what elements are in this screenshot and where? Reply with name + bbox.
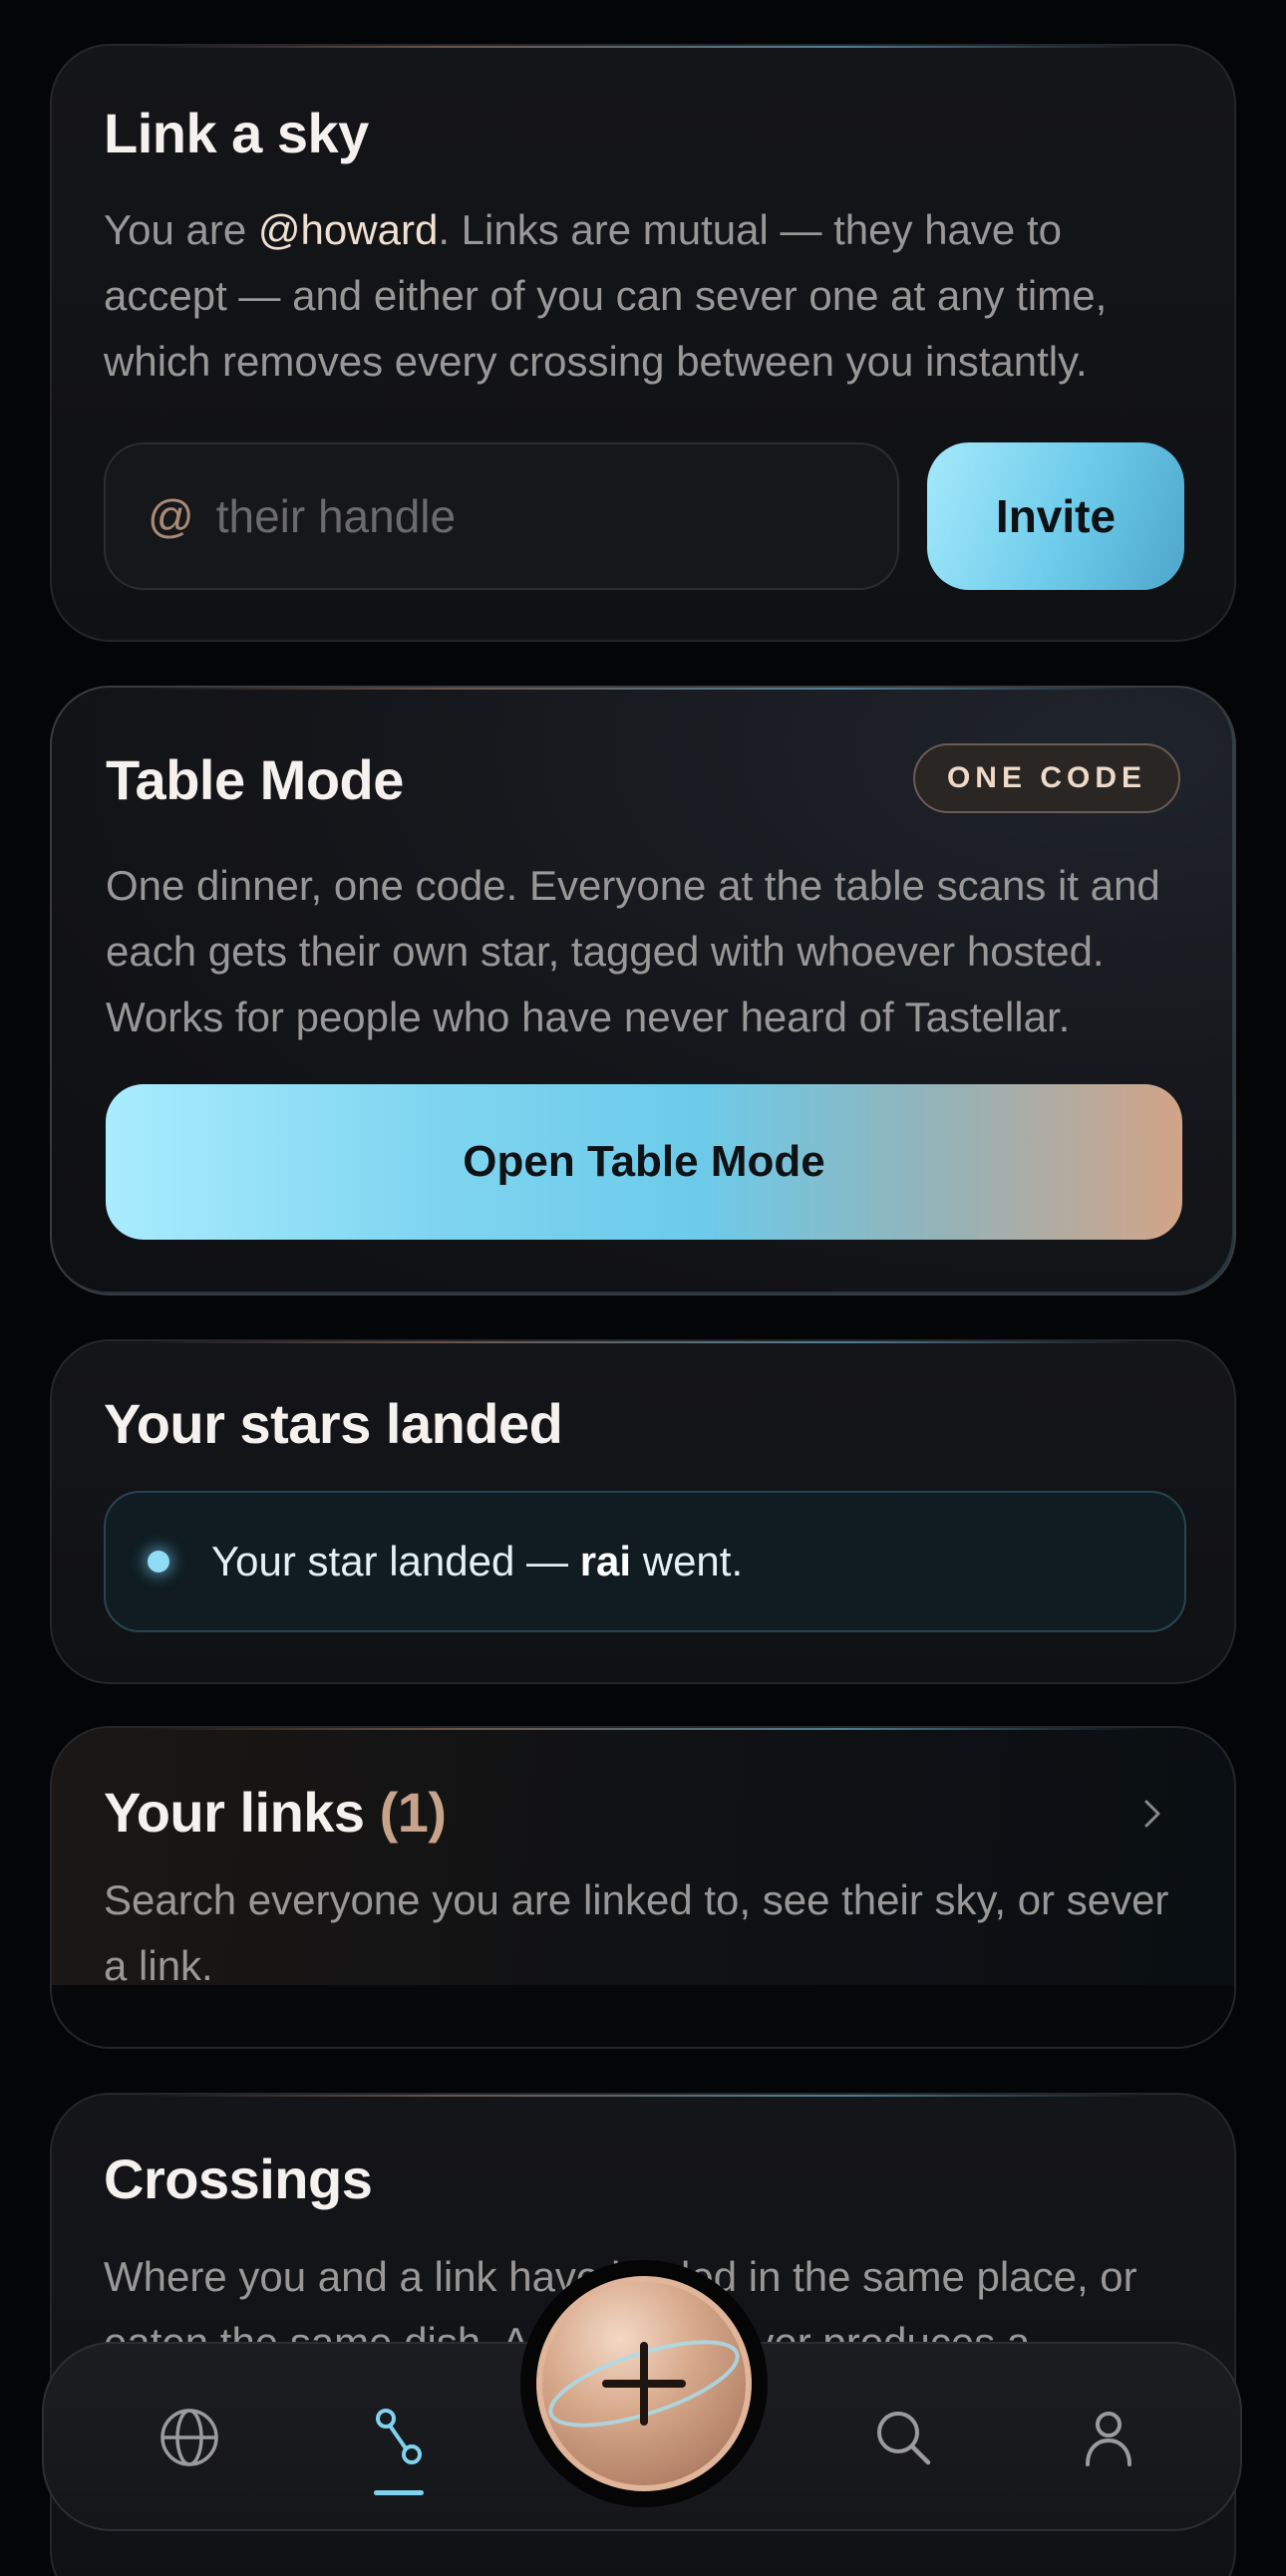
table-mode-card: Table Mode ONE CODE One dinner, one code… <box>50 686 1236 1295</box>
link-sky-body-prefix: You are <box>104 206 258 253</box>
nav-profile[interactable] <box>1067 2396 1150 2479</box>
table-mode-description: One dinner, one code. Everyone at the ta… <box>106 862 1160 1040</box>
your-links-description: Search everyone you are linked to, see t… <box>104 1876 1169 1989</box>
stars-landed-title: Your stars landed <box>104 1392 563 1455</box>
nav-globe[interactable] <box>148 2396 231 2479</box>
chevron-right-icon[interactable] <box>1132 1794 1172 1834</box>
star-landed-prefix: Your star landed — <box>211 1538 580 1584</box>
nav-search[interactable] <box>861 2396 945 2479</box>
links-fade <box>52 1985 1234 2047</box>
star-landed-text: Your star landed — rai went. <box>211 1538 743 1585</box>
open-table-mode-button[interactable]: Open Table Mode <box>106 1084 1182 1240</box>
handle-field[interactable]: @ <box>104 442 899 590</box>
add-button[interactable] <box>536 2276 752 2491</box>
handle-input[interactable] <box>215 489 854 543</box>
add-icon <box>548 2340 740 2428</box>
profile-icon <box>1086 2412 1131 2466</box>
your-links-label: Your links <box>104 1781 365 1844</box>
at-prefix: @ <box>148 490 194 542</box>
crossings-title: Crossings <box>104 2147 373 2210</box>
link-sky-description: You are @howard. Links are mutual — they… <box>104 197 1190 395</box>
star-landed-user: rai <box>579 1538 632 1584</box>
nav-links[interactable] <box>357 2396 441 2495</box>
globe-icon <box>161 2409 218 2466</box>
star-landed-suffix: went. <box>631 1538 744 1584</box>
invite-button[interactable]: Invite <box>927 442 1184 590</box>
one-code-badge: ONE CODE <box>912 743 1180 813</box>
search-icon <box>877 2412 931 2465</box>
table-mode-title: Table Mode <box>106 748 404 811</box>
current-user-handle: @howard <box>257 206 439 253</box>
link-sky-card: Link a sky You are @howard. Links are mu… <box>50 44 1236 642</box>
status-dot-icon <box>148 1551 169 1573</box>
links-count: (1) <box>379 1781 447 1844</box>
your-links-title: Your links (1) <box>104 1780 447 1845</box>
stars-landed-card: Your stars landed Your star landed — rai… <box>50 1339 1236 1684</box>
star-landed-item[interactable]: Your star landed — rai went. <box>104 1491 1186 1632</box>
link-sky-title: Link a sky <box>104 102 369 164</box>
page: Link a sky You are @howard. Links are mu… <box>0 0 1286 2576</box>
active-indicator <box>374 2490 424 2495</box>
link-icon <box>376 2409 422 2464</box>
your-links-card[interactable]: Your links (1) Search everyone you are l… <box>50 1726 1236 2049</box>
